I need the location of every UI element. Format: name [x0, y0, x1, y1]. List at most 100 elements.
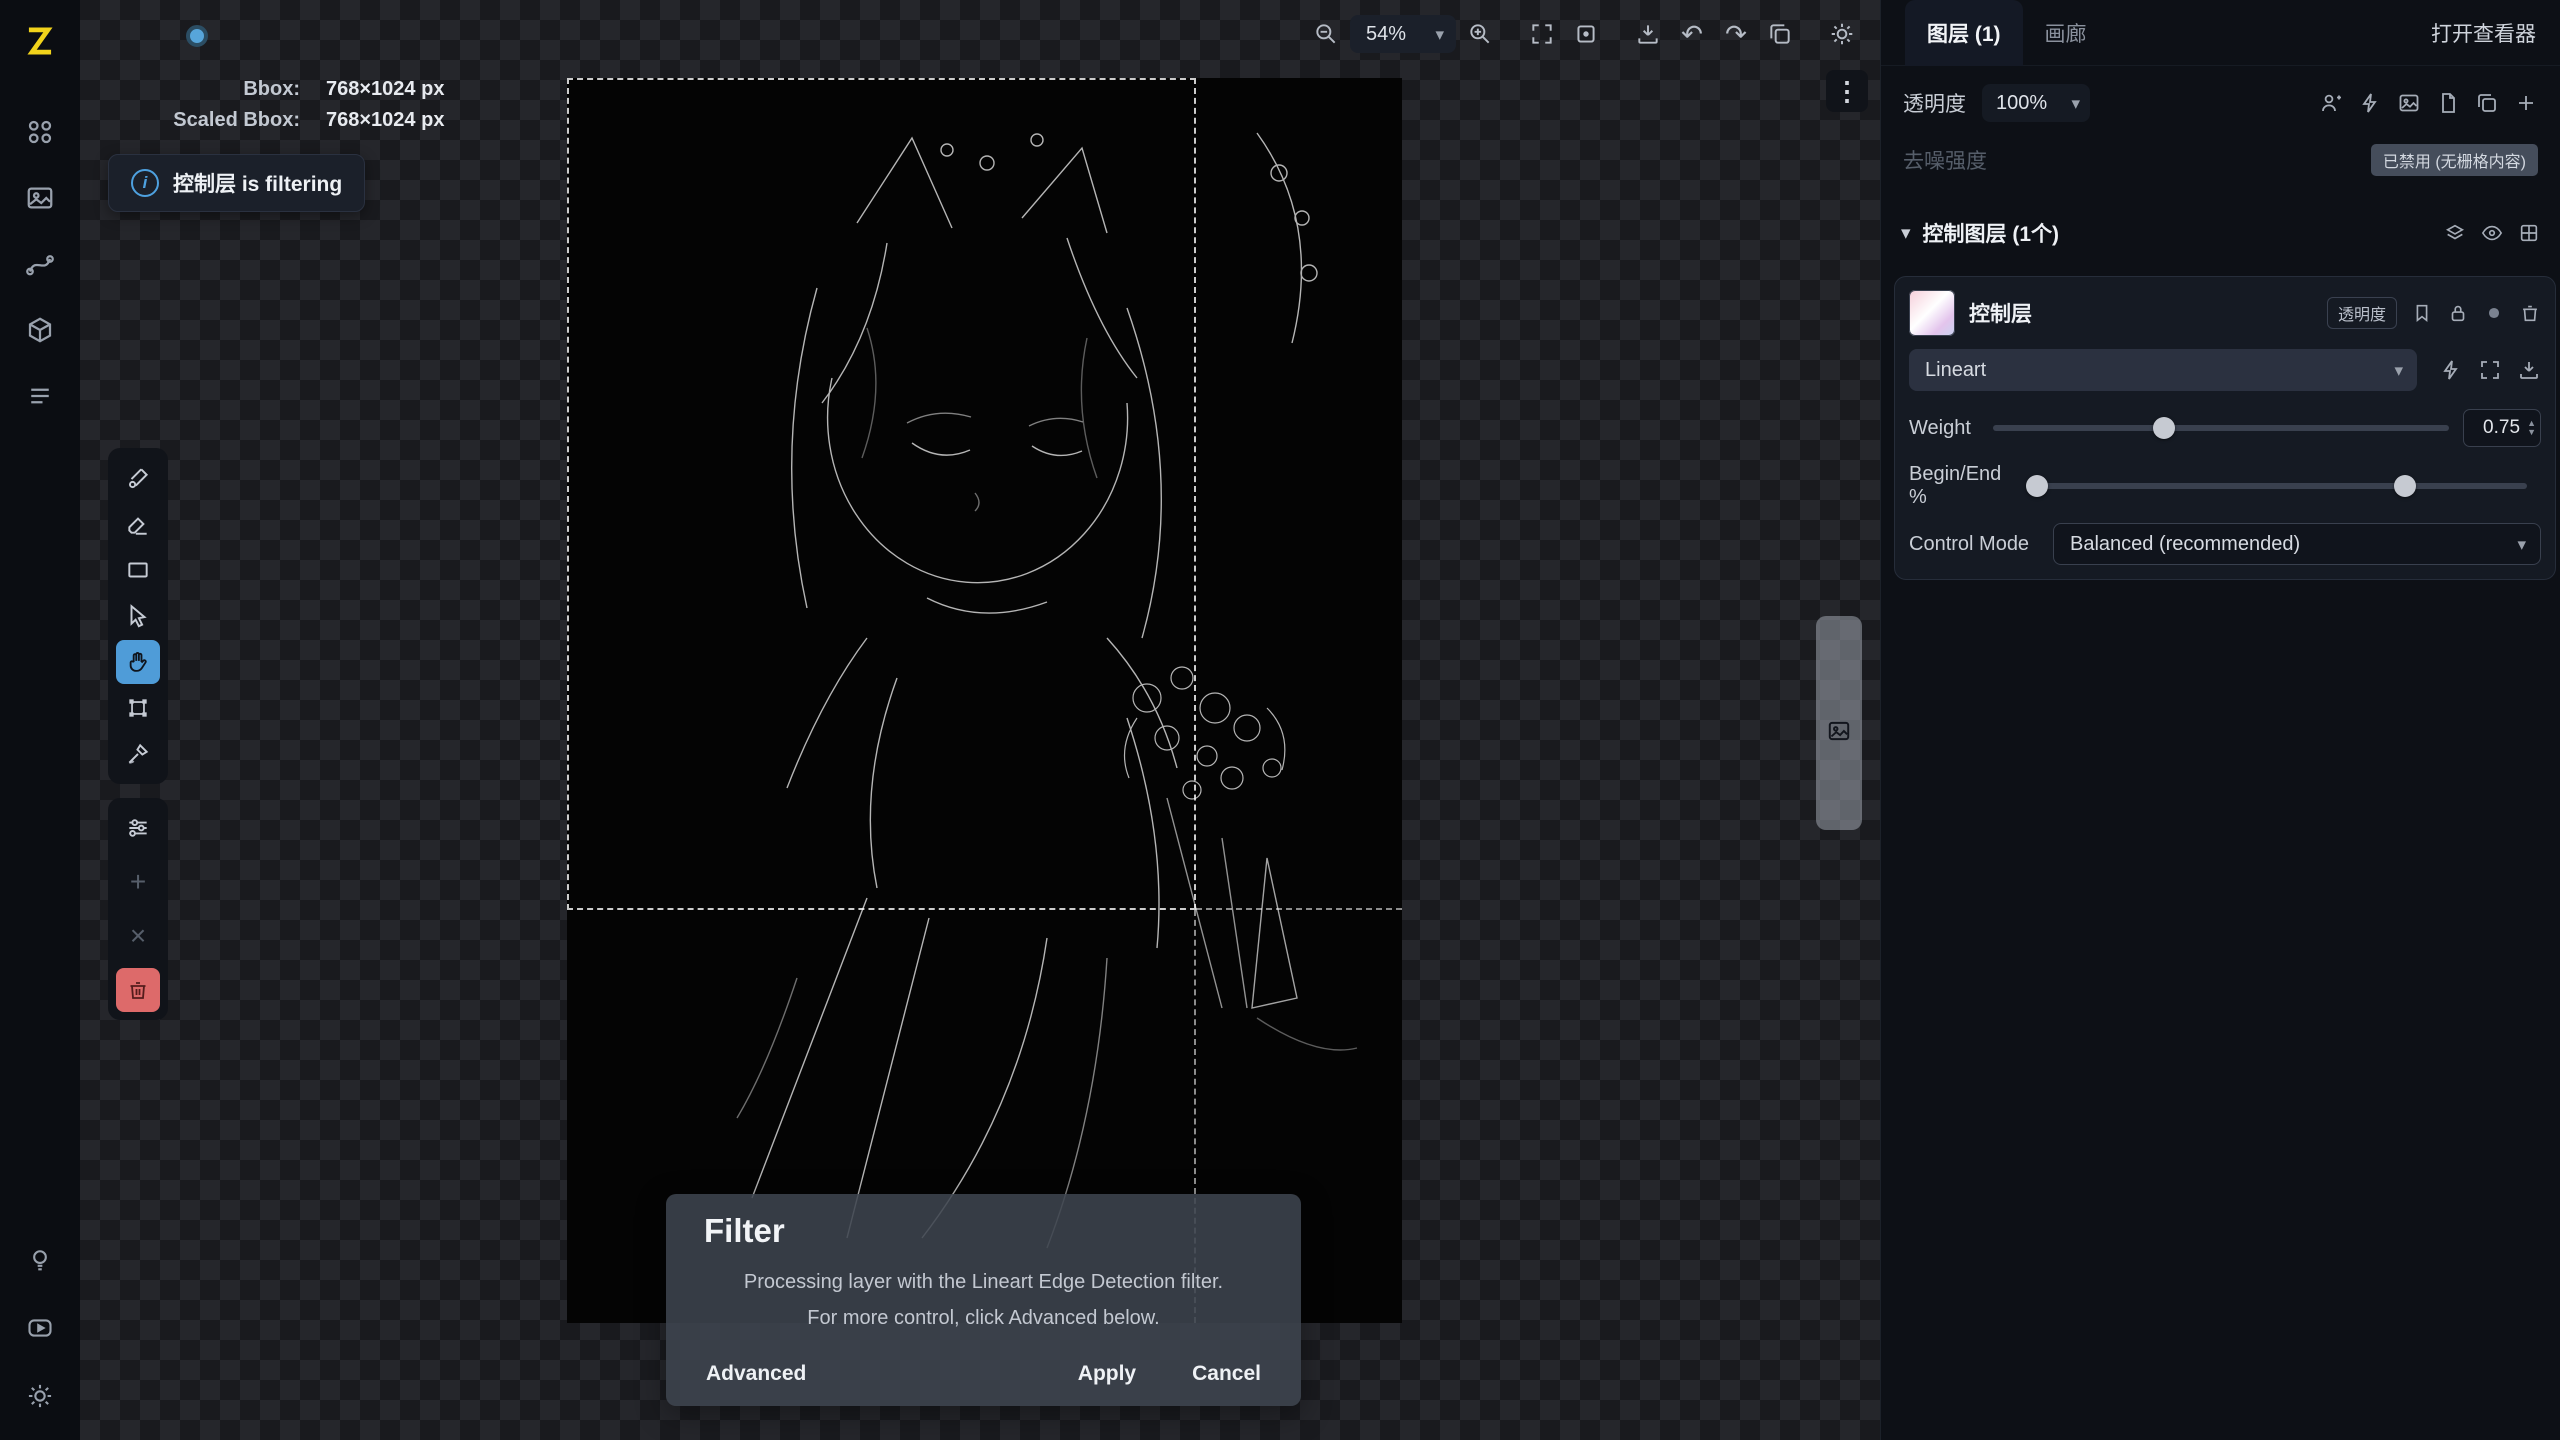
add-reference-icon[interactable] — [2319, 91, 2343, 115]
duplicate-copy-icon[interactable] — [2475, 91, 2499, 115]
nav-canvas-icon[interactable] — [16, 174, 64, 222]
invoke-logo-icon[interactable] — [17, 18, 63, 64]
redo-icon[interactable]: ↷ — [1716, 14, 1756, 54]
canvas-settings-gear-icon[interactable] — [1822, 14, 1862, 54]
brush-tool-icon[interactable] — [116, 456, 160, 500]
opacity-select[interactable]: 100% ▾ — [1982, 84, 2090, 122]
connection-status-dot — [186, 25, 208, 47]
chevron-down-icon: ▾ — [2394, 362, 2403, 379]
hints-lightbulb-icon[interactable] — [16, 1236, 64, 1284]
weight-slider-knob[interactable] — [2153, 417, 2175, 439]
zoom-level-select[interactable]: 54% ▾ — [1350, 15, 1456, 53]
control-mode-row: Control Mode Balanced (recommended) ▾ — [1909, 523, 2541, 565]
stepper-down-icon[interactable]: ▼ — [2527, 428, 2536, 437]
zoom-in-icon[interactable] — [1460, 14, 1500, 54]
control-model-select[interactable]: Lineart ▾ — [1909, 349, 2417, 391]
weight-label: Weight — [1909, 417, 1979, 440]
app-root: Bbox: 768×1024 px Scaled Bbox: 768×1024 … — [0, 0, 2560, 1440]
layer-opacity-badge[interactable]: 透明度 — [2327, 297, 2397, 329]
begin-end-slider[interactable] — [2031, 483, 2527, 489]
viewer-toggle-pill[interactable] — [1816, 616, 1862, 830]
rect-tool-icon[interactable] — [116, 548, 160, 592]
add-inpaint-file-icon[interactable] — [2436, 91, 2460, 115]
advanced-button[interactable]: Advanced — [704, 1356, 808, 1392]
nav-models-icon[interactable] — [16, 306, 64, 354]
filter-dialog-line2: For more control, click Advanced below. — [704, 1300, 1263, 1336]
add-regional-bolt-icon[interactable] — [2358, 91, 2382, 115]
chevron-down-icon: ▾ — [2517, 536, 2526, 553]
control-mode-value: Balanced (recommended) — [2070, 533, 2300, 556]
tool-group-main — [108, 448, 168, 784]
control-layer-card[interactable]: 控制层 透明度 — [1894, 276, 2556, 580]
chevron-down-icon: ▾ — [2071, 95, 2080, 112]
add-layer-plus-icon[interactable] — [2514, 91, 2538, 115]
begin-knob[interactable] — [2026, 475, 2048, 497]
eraser-tool-icon[interactable] — [116, 502, 160, 546]
save-icon[interactable] — [1628, 14, 1668, 54]
transform-tool-icon[interactable] — [116, 686, 160, 730]
settings-gear-icon[interactable] — [16, 1372, 64, 1420]
lineart-layer-image[interactable] — [567, 78, 1402, 1323]
open-viewer-link[interactable]: 打开查看器 — [2431, 18, 2536, 48]
filter-dialog-title: Filter — [704, 1212, 1263, 1250]
add-icon[interactable]: + — [116, 860, 160, 904]
eyedropper-tool-icon[interactable] — [116, 732, 160, 776]
cancel-button[interactable]: Cancel — [1190, 1356, 1263, 1392]
weight-slider[interactable] — [1993, 425, 2449, 431]
layer-thumbnail[interactable] — [1909, 290, 1955, 336]
model-row: Lineart ▾ — [1909, 349, 2541, 391]
weight-stepper[interactable]: ▲ ▼ — [2527, 419, 2536, 437]
merge-layers-stack-icon[interactable] — [2444, 222, 2466, 244]
refilter-bolt-icon[interactable] — [2439, 358, 2463, 382]
nav-queue-icon[interactable] — [16, 372, 64, 420]
layer-add-actions — [2319, 91, 2538, 115]
opacity-row: 透明度 100% ▾ — [1881, 72, 2560, 134]
reset-view-icon[interactable] — [1566, 14, 1606, 54]
add-raster-image-icon[interactable] — [2397, 91, 2421, 115]
nav-workflows-icon[interactable] — [16, 240, 64, 288]
tab-layers[interactable]: 图层 (1) — [1905, 0, 2023, 66]
select-tool-icon[interactable] — [116, 594, 160, 638]
tool-group-actions: + × — [108, 798, 168, 1020]
layer-header-actions: 透明度 — [2327, 297, 2541, 329]
begin-end-label: Begin/End % — [1909, 463, 2017, 509]
bbox-value: 768×1024 px — [326, 74, 444, 105]
info-icon: i — [131, 169, 159, 197]
tab-gallery[interactable]: 画廊 — [2023, 0, 2109, 66]
nav-footer-group — [16, 1236, 64, 1420]
tool-palette: + × — [108, 448, 168, 1020]
weight-input[interactable]: 0.75 ▲ ▼ — [2463, 409, 2541, 447]
filter-settings-icon[interactable] — [116, 806, 160, 850]
save-copy-icon[interactable] — [1760, 14, 1800, 54]
fit-view-icon[interactable] — [1522, 14, 1562, 54]
control-layers-section-header[interactable]: ▾ 控制图层 (1个) — [1881, 204, 2560, 262]
section-chevron-down-icon[interactable]: ▾ — [1901, 222, 1911, 245]
status-circle-icon[interactable] — [2483, 302, 2505, 324]
begin-end-row: Begin/End % — [1909, 465, 2541, 507]
scaled-bbox-label: Scaled Bbox: — [100, 105, 300, 136]
layer-trash-icon[interactable] — [2519, 302, 2541, 324]
video-tutorials-icon[interactable] — [16, 1304, 64, 1352]
canvas-menu-dots-icon[interactable]: ⋮ — [1826, 70, 1868, 112]
control-mode-select[interactable]: Balanced (recommended) ▾ — [2053, 523, 2541, 565]
lock-icon[interactable] — [2447, 302, 2469, 324]
filtering-toast: i 控制层 is filtering — [108, 154, 365, 212]
nav-generation-icon[interactable] — [16, 108, 64, 156]
zoom-out-icon[interactable] — [1306, 14, 1346, 54]
end-knob[interactable] — [2394, 475, 2416, 497]
chevron-down-icon: ▾ — [1435, 26, 1444, 43]
visibility-eye-icon[interactable] — [2481, 222, 2503, 244]
fit-bbox-icon[interactable] — [2478, 358, 2502, 382]
zoom-level-value: 54% — [1366, 23, 1406, 46]
undo-icon[interactable]: ↶ — [1672, 14, 1712, 54]
bookmark-icon[interactable] — [2411, 302, 2433, 324]
canvas-toolbar: 54% ▾ — [1306, 14, 1862, 54]
apply-button[interactable]: Apply — [1076, 1356, 1138, 1392]
layer-grid-icon[interactable] — [2518, 222, 2540, 244]
hand-tool-icon[interactable] — [116, 640, 160, 684]
delete-layer-trash-icon[interactable] — [116, 968, 160, 1012]
canvas-area[interactable]: Bbox: 768×1024 px Scaled Bbox: 768×1024 … — [80, 0, 1880, 1440]
bbox-label: Bbox: — [100, 74, 300, 105]
cancel-icon[interactable]: × — [116, 914, 160, 958]
save-layer-icon[interactable] — [2517, 358, 2541, 382]
